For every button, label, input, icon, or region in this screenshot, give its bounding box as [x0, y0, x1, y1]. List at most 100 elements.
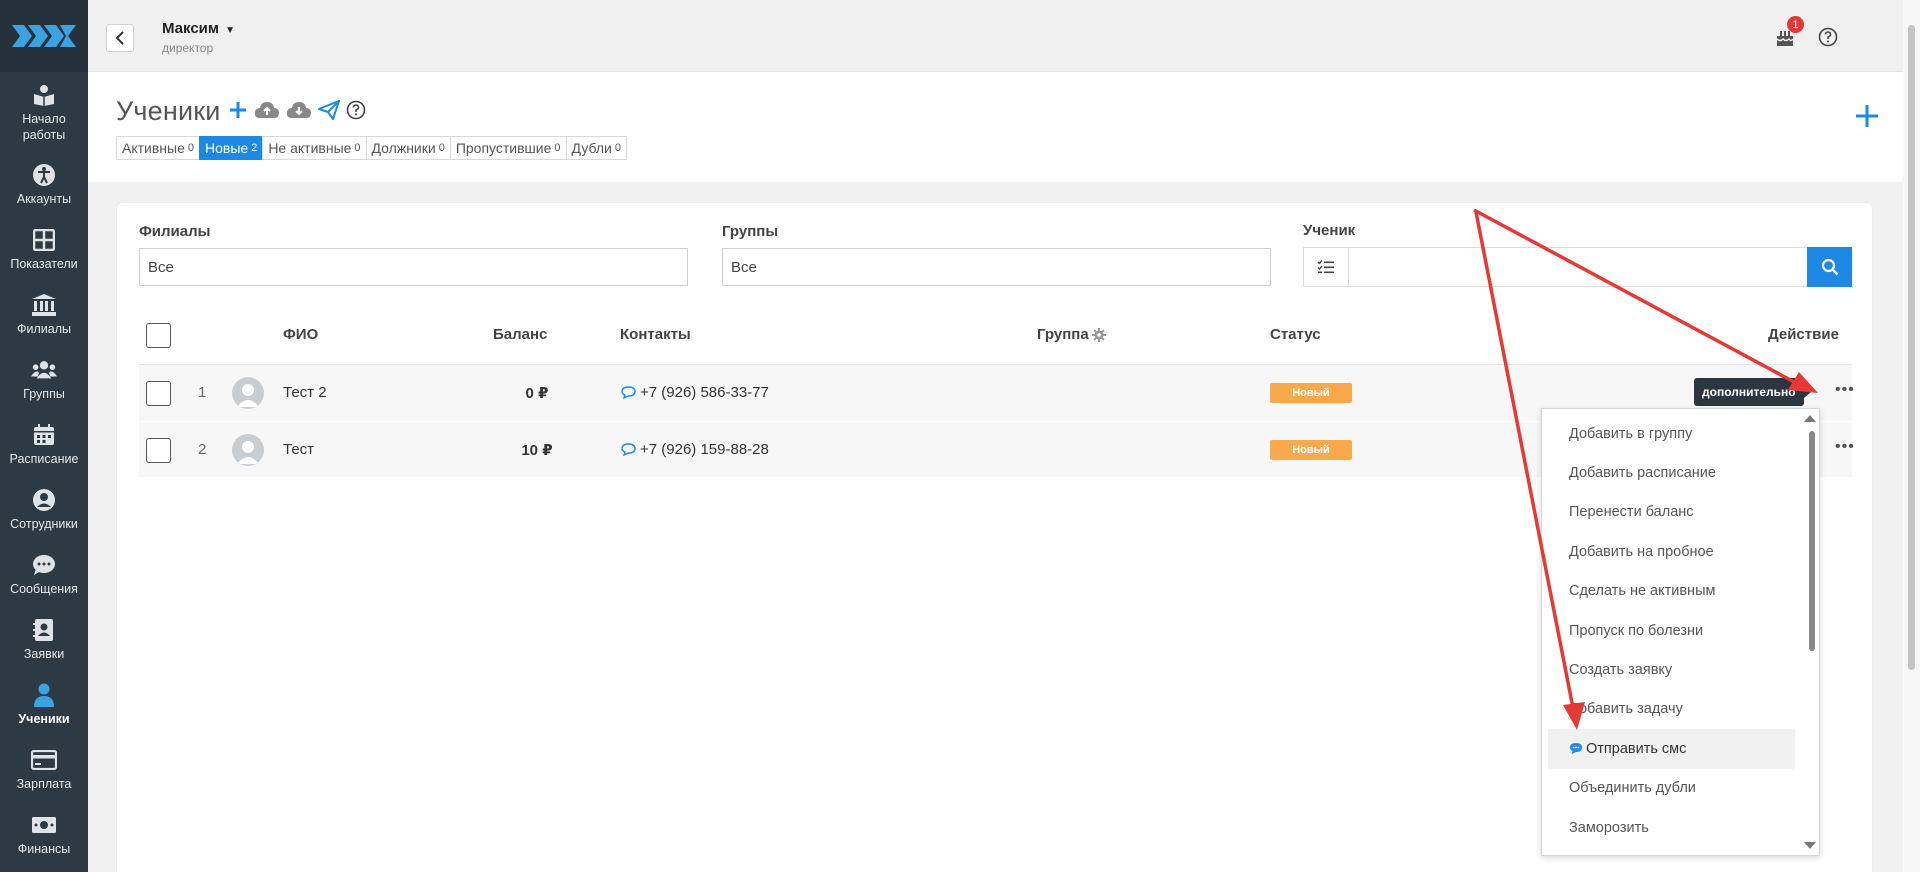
tab-count: 0 — [614, 142, 621, 154]
tab-duplicates[interactable]: Дубли 0 — [565, 136, 627, 160]
tab-absent[interactable]: Пропустившие 0 — [449, 136, 567, 160]
status-tabs: Активные 0 Новые 2 Не активные 0 Должники 0 … — [116, 136, 627, 160]
search-icon — [1821, 258, 1838, 276]
paper-plane-icon — [318, 100, 340, 120]
sidebar: Начало работы Аккаунты Показатели Филиал… — [0, 0, 88, 872]
sidebar-item-label: Заявки — [23, 647, 65, 661]
sidebar-item-salary[interactable]: Зарплата — [0, 737, 88, 802]
sidebar-item-branches[interactable]: Филиалы — [0, 282, 88, 347]
sidebar-item-label: Группы — [23, 387, 65, 401]
sidebar-item-students[interactable]: Ученики — [0, 672, 88, 737]
top-bar: Максим ▼ директор 1 — [88, 0, 1903, 72]
scroll-up-arrow[interactable] — [1804, 415, 1816, 422]
groups-select[interactable]: Все — [722, 248, 1271, 286]
user-circle-icon — [31, 487, 57, 513]
notification-badge: 1 — [1787, 16, 1804, 33]
page-help-button[interactable] — [346, 100, 366, 120]
student-name-link[interactable]: Тест — [283, 441, 314, 458]
menu-item-add-to-group[interactable]: Добавить в группу — [1542, 414, 1819, 453]
sidebar-item-label: Зарплата — [16, 777, 72, 791]
bank-icon — [31, 292, 57, 318]
search-button[interactable] — [1807, 247, 1852, 287]
row-number: 2 — [198, 441, 207, 458]
avatar — [232, 434, 264, 466]
list-check-icon — [1317, 260, 1334, 274]
chevron-left-icon — [115, 31, 124, 45]
sidebar-item-finance[interactable]: Финансы — [0, 802, 88, 867]
user-menu[interactable]: Максим ▼ — [162, 20, 235, 37]
actions-dropdown: Добавить в группу Добавить расписание Пе… — [1541, 408, 1820, 856]
menu-item-make-inactive[interactable]: Сделать не активным — [1542, 572, 1819, 611]
select-all-checkbox[interactable] — [146, 323, 171, 348]
sidebar-item-requests[interactable]: Заявки — [0, 607, 88, 672]
sidebar-item-indicators[interactable]: Показатели — [0, 217, 88, 282]
branches-select[interactable]: Все — [139, 248, 688, 286]
sidebar-item-accounts[interactable]: Аккаунты — [0, 152, 88, 217]
tab-debtors[interactable]: Должники 0 — [365, 136, 451, 160]
gear-icon[interactable] — [1091, 327, 1106, 342]
send-button[interactable] — [318, 100, 340, 120]
page-scrollbar[interactable] — [1903, 0, 1920, 872]
sidebar-item-messages[interactable]: Сообщения — [0, 542, 88, 607]
title-actions — [228, 100, 366, 120]
scroll-down-arrow[interactable] — [1804, 842, 1816, 849]
sidebar-item-groups[interactable]: Группы — [0, 347, 88, 412]
menu-item-add-schedule[interactable]: Добавить расписание — [1542, 453, 1819, 492]
row-checkbox[interactable] — [146, 381, 171, 406]
upload-button[interactable] — [254, 100, 280, 120]
help-button[interactable] — [1815, 24, 1841, 50]
scrollbar-thumb[interactable] — [1908, 25, 1915, 670]
contact-phone[interactable]: +7 (926) 586-33-77 — [621, 384, 769, 401]
sidebar-item-start[interactable]: Начало работы — [0, 72, 88, 152]
credit-card-icon — [31, 747, 57, 773]
more-actions-button[interactable]: ••• — [1835, 381, 1855, 399]
sidebar-item-schedule[interactable]: Расписание — [0, 412, 88, 477]
status-badge: Новый — [1270, 440, 1352, 460]
tab-label: Дубли — [571, 140, 612, 156]
menu-item-merge-duplicates[interactable]: Объединить дубли — [1542, 769, 1819, 808]
menu-item-freeze[interactable]: Заморозить — [1542, 808, 1819, 847]
contact-phone[interactable]: +7 (926) 159-88-28 — [621, 441, 769, 458]
chat-bubble-icon — [1570, 743, 1582, 755]
notifications-button[interactable]: 1 — [1772, 16, 1804, 50]
tab-label: Активные — [122, 140, 185, 156]
more-actions-button[interactable]: ••• — [1835, 438, 1855, 456]
student-search-input[interactable] — [1348, 247, 1808, 287]
dropdown-scrollbar[interactable] — [1809, 431, 1815, 651]
column-header-action: Действие — [1768, 326, 1839, 343]
user-role: директор — [162, 41, 214, 55]
help-circle-icon — [1818, 27, 1838, 47]
tab-label: Новые — [205, 140, 249, 156]
logo[interactable] — [0, 0, 88, 72]
menu-item-create-request[interactable]: Создать заявку — [1542, 650, 1819, 689]
plus-icon — [1856, 105, 1878, 127]
add-student-button[interactable] — [228, 100, 248, 120]
menu-item-transfer-balance[interactable]: Перенести баланс — [1542, 493, 1819, 532]
student-name-link[interactable]: Тест 2 — [283, 384, 327, 401]
cloud-download-icon — [286, 102, 311, 118]
column-header-name: ФИО — [283, 326, 319, 343]
chat-bubble-icon — [621, 443, 636, 456]
logo-icon — [12, 25, 76, 47]
tab-new[interactable]: Новые 2 — [199, 136, 264, 160]
menu-item-label: Отправить смс — [1586, 740, 1687, 757]
menu-item-send-sms[interactable]: Отправить смс — [1548, 729, 1795, 769]
menu-item-sick-leave[interactable]: Пропуск по болезни — [1542, 611, 1819, 650]
tab-count: 0 — [354, 142, 361, 154]
chat-bubble-icon — [621, 386, 636, 399]
sidebar-item-employees[interactable]: Сотрудники — [0, 477, 88, 542]
sidebar-item-label: Финансы — [17, 842, 71, 856]
tab-inactive[interactable]: Не активные 0 — [262, 136, 367, 160]
sidebar-item-label: Сотрудники — [10, 517, 78, 531]
menu-item-add-task[interactable]: Добавить задачу — [1542, 690, 1819, 729]
tab-active[interactable]: Активные 0 — [116, 136, 200, 160]
tab-count: 0 — [554, 142, 561, 154]
row-checkbox[interactable] — [146, 438, 171, 463]
student-filter-button[interactable] — [1303, 247, 1348, 287]
download-button[interactable] — [286, 100, 312, 120]
column-header-label: Группа — [1037, 326, 1089, 343]
tab-label: Не активные — [268, 140, 352, 156]
back-button[interactable] — [106, 24, 134, 52]
menu-item-add-trial[interactable]: Добавить на пробное — [1542, 532, 1819, 571]
add-button[interactable] — [1855, 104, 1879, 133]
